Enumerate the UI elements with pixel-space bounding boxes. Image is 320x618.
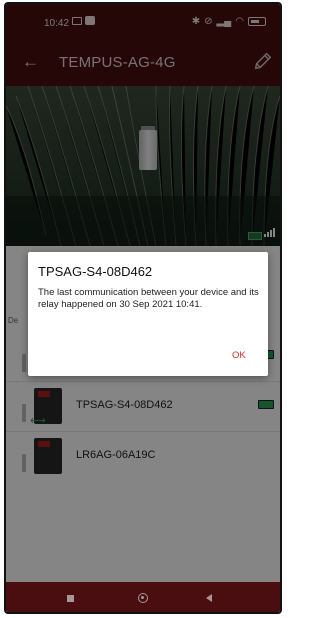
dialog-message: The last communication between your devi… [38, 287, 259, 310]
system-nav-bar [6, 582, 280, 612]
phone-frame: 10:42 ✱ ⊘ ▂▄ ◠ ← TEMPUS-AG-4G De ⟷ TPSAG… [4, 2, 282, 614]
ok-button[interactable]: OK [232, 350, 246, 361]
square-icon[interactable] [67, 595, 74, 602]
triangle-back-icon[interactable] [206, 594, 212, 602]
info-dialog: TPSAG-S4-08D462 The last communication b… [28, 252, 268, 376]
dialog-title: TPSAG-S4-08D462 [38, 264, 153, 279]
circle-icon[interactable] [138, 593, 148, 603]
